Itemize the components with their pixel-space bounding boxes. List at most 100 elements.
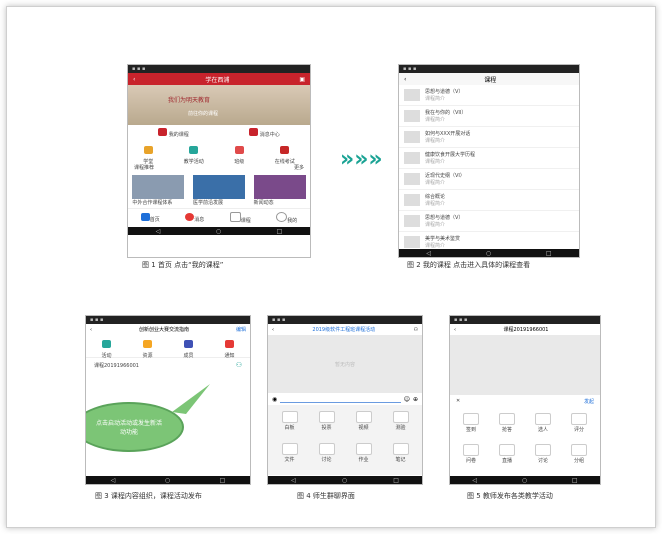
- scan-icon[interactable]: ▣: [299, 76, 305, 83]
- nav-home-icon[interactable]: ○: [486, 250, 491, 257]
- tab-messages[interactable]: 消息: [185, 213, 204, 223]
- nav-back-icon[interactable]: ◁: [156, 228, 161, 235]
- tab-me[interactable]: 我的: [276, 212, 297, 224]
- figure-caption-4: 图 4 师生群聊界面: [297, 492, 355, 500]
- document-frame: ▪ ▪ ▪ ‹ 学在西浦 ▣ 我们为明天教育 前往你的课程 我的课程 消息中心 …: [6, 6, 656, 528]
- tool-survey[interactable]: 问卷: [454, 442, 488, 471]
- tool-vote[interactable]: 投票: [309, 409, 344, 439]
- homework-icon: [355, 443, 372, 455]
- course-tabs: 活动 资源 成员 通知: [86, 333, 250, 359]
- exam-icon: [280, 146, 290, 154]
- course-list-item[interactable]: 思想与道德（V） 课程简介: [399, 211, 579, 232]
- nav-back-icon[interactable]: ◁: [291, 477, 296, 484]
- tab-notices[interactable]: 通知: [224, 333, 235, 359]
- tool-group[interactable]: 分组: [562, 442, 596, 471]
- course-meta: 课程简介: [425, 243, 446, 249]
- grid-item-school[interactable]: 学堂: [143, 139, 153, 165]
- nav-recent-icon[interactable]: □: [220, 477, 226, 484]
- back-icon[interactable]: ‹: [133, 76, 135, 83]
- back-icon[interactable]: ‹: [404, 76, 406, 83]
- status-bar: ▪ ▪ ▪: [399, 65, 579, 73]
- tool-live[interactable]: 直播: [490, 442, 524, 471]
- course-list-item[interactable]: 思想与道德（V） 课程简介: [399, 85, 579, 106]
- checkin-icon: [463, 413, 479, 425]
- course-meta: 课程简介: [425, 159, 446, 165]
- android-nav-bar: ◁ ○ □: [399, 249, 579, 257]
- grid-item-class[interactable]: 班级: [234, 139, 244, 165]
- tool-note[interactable]: 笔记: [383, 441, 418, 471]
- nav-home-icon[interactable]: ○: [342, 477, 347, 484]
- whiteboard-icon: [281, 411, 298, 423]
- activity-panel: 签到 抢答 选人 评分问卷 直播 讨论 分组: [450, 407, 600, 475]
- chat-area: [450, 335, 600, 395]
- android-nav-bar: ◁ ○ □: [268, 476, 422, 484]
- course-list-item[interactable]: 健康饮食开展大学历程 课程简介: [399, 148, 579, 169]
- tab-resources[interactable]: 资源: [142, 333, 153, 359]
- nav-home-icon[interactable]: ○: [522, 477, 527, 484]
- tool-discussion[interactable]: 讨论: [309, 441, 344, 471]
- course-name: 健康饮食开展大学历程: [425, 152, 476, 158]
- course-card[interactable]: 中外合作课程体系: [132, 174, 185, 206]
- add-member-icon[interactable]: ⚇: [236, 361, 242, 369]
- course-thumbnail: [404, 236, 420, 248]
- course-thumbnail: [404, 194, 420, 206]
- close-icon[interactable]: ✕: [456, 398, 460, 404]
- nav-home-icon[interactable]: ○: [216, 228, 221, 235]
- course-meta: 课程简介: [425, 180, 446, 186]
- edit-button[interactable]: 编辑: [236, 326, 246, 333]
- tool-discussion[interactable]: 讨论: [526, 442, 560, 471]
- nav-recent-icon[interactable]: □: [572, 477, 578, 484]
- course-card[interactable]: 新闻动态: [253, 174, 306, 206]
- my-courses-link[interactable]: 我的课程: [158, 128, 189, 138]
- tool-video[interactable]: 视频: [346, 409, 381, 439]
- figure-caption-3: 图 3 课程内容组织，课程活动发布: [95, 492, 202, 500]
- class-row[interactable]: 课程20191966001 ⚇: [86, 358, 250, 372]
- course-card[interactable]: 医学前沿发展: [192, 174, 245, 206]
- resources-icon: [142, 340, 152, 348]
- tool-whiteboard[interactable]: 白板: [272, 409, 307, 439]
- course-meta: 课程简介: [425, 222, 446, 228]
- tool-file[interactable]: 文件: [272, 441, 307, 471]
- course-list-item[interactable]: 我在与你的（VII） 课程简介: [399, 106, 579, 127]
- publish-button[interactable]: 发起: [584, 398, 594, 405]
- back-icon[interactable]: ‹: [90, 327, 92, 333]
- emoji-icon[interactable]: ☺: [404, 396, 410, 403]
- nav-recent-icon[interactable]: □: [277, 228, 283, 235]
- group-members-icon[interactable]: ⚇: [414, 327, 418, 333]
- course-list-item[interactable]: 近现代史纲（VI） 课程简介: [399, 169, 579, 190]
- status-bar: ▪ ▪ ▪: [450, 316, 600, 324]
- tab-home[interactable]: 首页: [140, 213, 160, 223]
- course-name: 近现代史纲（VI）: [425, 173, 465, 179]
- course-name: 思想与道德（V）: [425, 89, 464, 95]
- tool-rating[interactable]: 评分: [562, 411, 596, 440]
- recommend-more-link[interactable]: 更多: [294, 164, 304, 171]
- nav-back-icon[interactable]: ◁: [426, 250, 431, 257]
- grid-item-exam[interactable]: 在线考试: [275, 139, 295, 165]
- plus-icon[interactable]: ⊕: [413, 396, 418, 403]
- nav-recent-icon[interactable]: □: [393, 477, 399, 484]
- nav-home-icon[interactable]: ○: [165, 477, 170, 484]
- course-list-item[interactable]: 综合概论 课程简介: [399, 190, 579, 211]
- course-list-item[interactable]: 如何与XXX开展对话 课程简介: [399, 127, 579, 148]
- tool-quick-answer[interactable]: 抢答: [490, 411, 524, 440]
- tool-quiz[interactable]: 测验: [383, 409, 418, 439]
- nav-recent-icon[interactable]: □: [546, 250, 552, 257]
- messages-link[interactable]: 消息中心: [249, 128, 280, 138]
- nav-back-icon[interactable]: ◁: [472, 477, 477, 484]
- course-name: 美学与美术鉴赏: [425, 236, 461, 242]
- tool-homework[interactable]: 作业: [346, 441, 381, 471]
- course-name: 思想与道德（V）: [425, 215, 464, 221]
- tool-pick[interactable]: 选人: [526, 411, 560, 440]
- tab-courses[interactable]: 课程: [229, 212, 251, 224]
- nav-back-icon[interactable]: ◁: [111, 477, 116, 484]
- back-icon[interactable]: ‹: [272, 327, 274, 333]
- voice-icon[interactable]: ◉: [272, 396, 277, 403]
- back-icon[interactable]: ‹: [454, 327, 456, 333]
- tool-checkin[interactable]: 签到: [454, 411, 488, 440]
- message-input[interactable]: [280, 395, 401, 403]
- tab-members[interactable]: 成员: [183, 333, 194, 359]
- grid-item-activity[interactable]: 教学活动: [184, 139, 204, 165]
- course-icon: [229, 212, 241, 222]
- chat-area: 暂无内容: [268, 335, 422, 393]
- tab-activities[interactable]: 活动: [101, 333, 112, 359]
